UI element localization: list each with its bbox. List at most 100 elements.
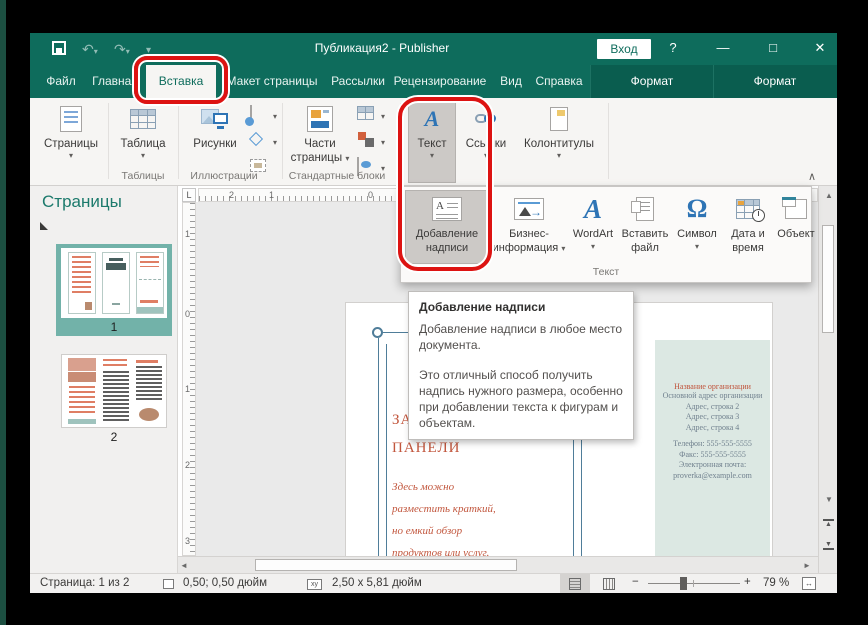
- close-button[interactable]: ✕: [805, 40, 835, 56]
- zoom-out-icon[interactable]: −: [632, 576, 639, 588]
- dropdown-arrow-icon: ▾: [381, 138, 385, 147]
- dropdown-arrow-icon: ▾: [40, 151, 102, 160]
- table-icon: [130, 109, 156, 129]
- screenshot-edge-strip: [0, 0, 6, 625]
- publisher-window: ↶▾ ↷▾ ▾ Публикация2 - Publisher Вход ? —…: [30, 33, 837, 593]
- scroll-up-icon[interactable]: ▲: [825, 191, 833, 200]
- scroll-right-icon[interactable]: ►: [803, 561, 811, 570]
- window-title: Публикация2 - Publisher: [262, 41, 502, 55]
- minimize-button[interactable]: —: [708, 40, 738, 55]
- zoom-in-icon[interactable]: +: [744, 576, 751, 588]
- redo-icon[interactable]: ↷▾: [114, 42, 130, 59]
- pages-panel: Страницы 1: [30, 186, 178, 573]
- textbox-resize-handle[interactable]: [372, 327, 383, 338]
- vertical-scrollbar[interactable]: ▲ ▼ ▲ ▼: [818, 186, 837, 573]
- tooltip-body: Это отличный способ получить надпись нуж…: [419, 367, 623, 431]
- horizontal-scroll-thumb[interactable]: [255, 559, 517, 571]
- borders-accents-button[interactable]: ▾: [356, 130, 386, 153]
- page-parts-icon: [307, 106, 333, 132]
- pages-icon: [60, 106, 82, 132]
- column-guide: [378, 338, 379, 556]
- tab-selector-box[interactable]: L: [182, 188, 196, 202]
- two-page-spread-icon: [603, 578, 615, 590]
- wordart-icon: A: [584, 194, 602, 225]
- organization-address-textbox[interactable]: Название организации Основной адрес орга…: [655, 340, 770, 556]
- object-size-icon: xy: [307, 579, 322, 590]
- page1-number: 1: [56, 320, 172, 334]
- tab-file[interactable]: Файл: [38, 65, 84, 98]
- collapse-ribbon-icon[interactable]: ∧: [808, 170, 816, 183]
- page-indicator[interactable]: Страница: 1 из 2: [40, 577, 129, 589]
- save-icon[interactable]: [52, 41, 66, 55]
- dropdown-arrow-icon: ▾: [673, 242, 721, 251]
- textbox-tooltip: Добавление надписи Добавление надписи в …: [408, 291, 634, 440]
- dropdown-arrow-icon: ▾: [381, 112, 385, 121]
- symbol-button[interactable]: Ω Символ ▾: [673, 190, 721, 264]
- next-page-icon[interactable]: ▼: [823, 541, 834, 550]
- dropdown-arrow-icon: ▾: [561, 244, 565, 253]
- date-time-button[interactable]: Дата и время: [723, 190, 773, 264]
- status-bar: Страница: 1 из 2 0,50; 0,50 дюйм xy 2,50…: [30, 573, 837, 593]
- date-time-icon: [736, 199, 760, 219]
- vertical-scroll-thumb[interactable]: [822, 225, 834, 333]
- symbol-icon: Ω: [687, 194, 708, 224]
- object-button[interactable]: Объект: [775, 190, 817, 264]
- undo-icon[interactable]: ↶▾: [82, 42, 98, 59]
- headers-footers-icon: [550, 107, 568, 131]
- calendars-button[interactable]: ▾: [356, 104, 386, 127]
- zoom-slider-thumb[interactable]: [680, 577, 687, 590]
- group-label-illustrations: Иллюстрации: [172, 170, 276, 182]
- vertical-ruler: 1 0 1 2 3: [182, 202, 196, 556]
- contextual-tabs: Формат Формат: [590, 65, 837, 98]
- collapse-pages-panel-icon[interactable]: [40, 222, 48, 230]
- cursor-position: 0,50; 0,50 дюйм: [183, 577, 267, 589]
- headers-footers-button[interactable]: Колонтитулы ▾: [516, 101, 602, 183]
- organization-name: Название организации: [655, 382, 770, 391]
- wordart-button[interactable]: A WordArt ▾: [569, 190, 617, 264]
- group-label-building-blocks: Стандартные блоки: [278, 170, 396, 182]
- scroll-down-icon[interactable]: ▼: [825, 495, 833, 504]
- sign-in-button[interactable]: Вход: [597, 39, 651, 59]
- object-icon: [785, 199, 807, 219]
- annotation-circle-textbox-button: [398, 97, 492, 271]
- maximize-button[interactable]: □: [758, 40, 788, 55]
- dropdown-arrow-icon: ▾: [273, 112, 277, 121]
- tab-format-2[interactable]: Формат: [713, 65, 836, 98]
- tab-view[interactable]: Вид: [492, 65, 530, 98]
- calendars-icon: [357, 106, 374, 120]
- tab-page-design[interactable]: Макет страницы: [216, 65, 328, 98]
- tab-format-1[interactable]: Формат: [590, 65, 713, 98]
- tooltip-title: Добавление надписи: [419, 300, 623, 314]
- online-pictures-button[interactable]: ▾: [248, 104, 278, 127]
- shapes-button[interactable]: ▾: [248, 130, 278, 153]
- scroll-left-icon[interactable]: ◄: [180, 561, 188, 570]
- dropdown-arrow-icon: ▾: [273, 138, 277, 147]
- zoom-level[interactable]: 79 %: [763, 577, 789, 589]
- page-thumbnail-1[interactable]: 1: [56, 244, 172, 336]
- dropdown-arrow-icon: ▾: [345, 154, 349, 163]
- dropdown-arrow-icon: ▾: [516, 151, 602, 160]
- tab-review[interactable]: Рецензирование: [388, 65, 492, 98]
- single-page-view-button[interactable]: [560, 574, 590, 593]
- pages-button[interactable]: Страницы ▾: [40, 101, 102, 183]
- insert-file-button[interactable]: Вставить файл: [619, 190, 671, 264]
- tab-help[interactable]: Справка: [530, 65, 588, 98]
- horizontal-scrollbar[interactable]: ◄ ►: [178, 556, 818, 573]
- business-information-button[interactable]: → Бизнес- информация ▾: [491, 190, 567, 264]
- column-guide: [386, 344, 387, 556]
- two-page-view-button[interactable]: [594, 574, 624, 593]
- tab-mailings[interactable]: Рассылки: [328, 65, 388, 98]
- doc-body-line[interactable]: но емкий обзор: [392, 525, 462, 537]
- page2-thumbnail-preview: [61, 354, 167, 428]
- insert-file-icon: [636, 197, 654, 221]
- previous-page-icon[interactable]: ▲: [823, 519, 834, 528]
- page-thumbnail-2[interactable]: 2: [56, 351, 172, 443]
- tooltip-body: Добавление надписи в любое место докумен…: [419, 321, 623, 353]
- help-icon[interactable]: ?: [658, 40, 688, 55]
- doc-body-line[interactable]: Здесь можно: [392, 481, 454, 493]
- fit-page-icon[interactable]: ↔: [802, 577, 816, 590]
- object-size: 2,50 x 5,81 дюйм: [332, 577, 422, 589]
- zoom-slider-track[interactable]: [648, 583, 740, 584]
- doc-body-line[interactable]: разместить краткий,: [392, 503, 496, 515]
- cursor-position-icon: [163, 579, 174, 589]
